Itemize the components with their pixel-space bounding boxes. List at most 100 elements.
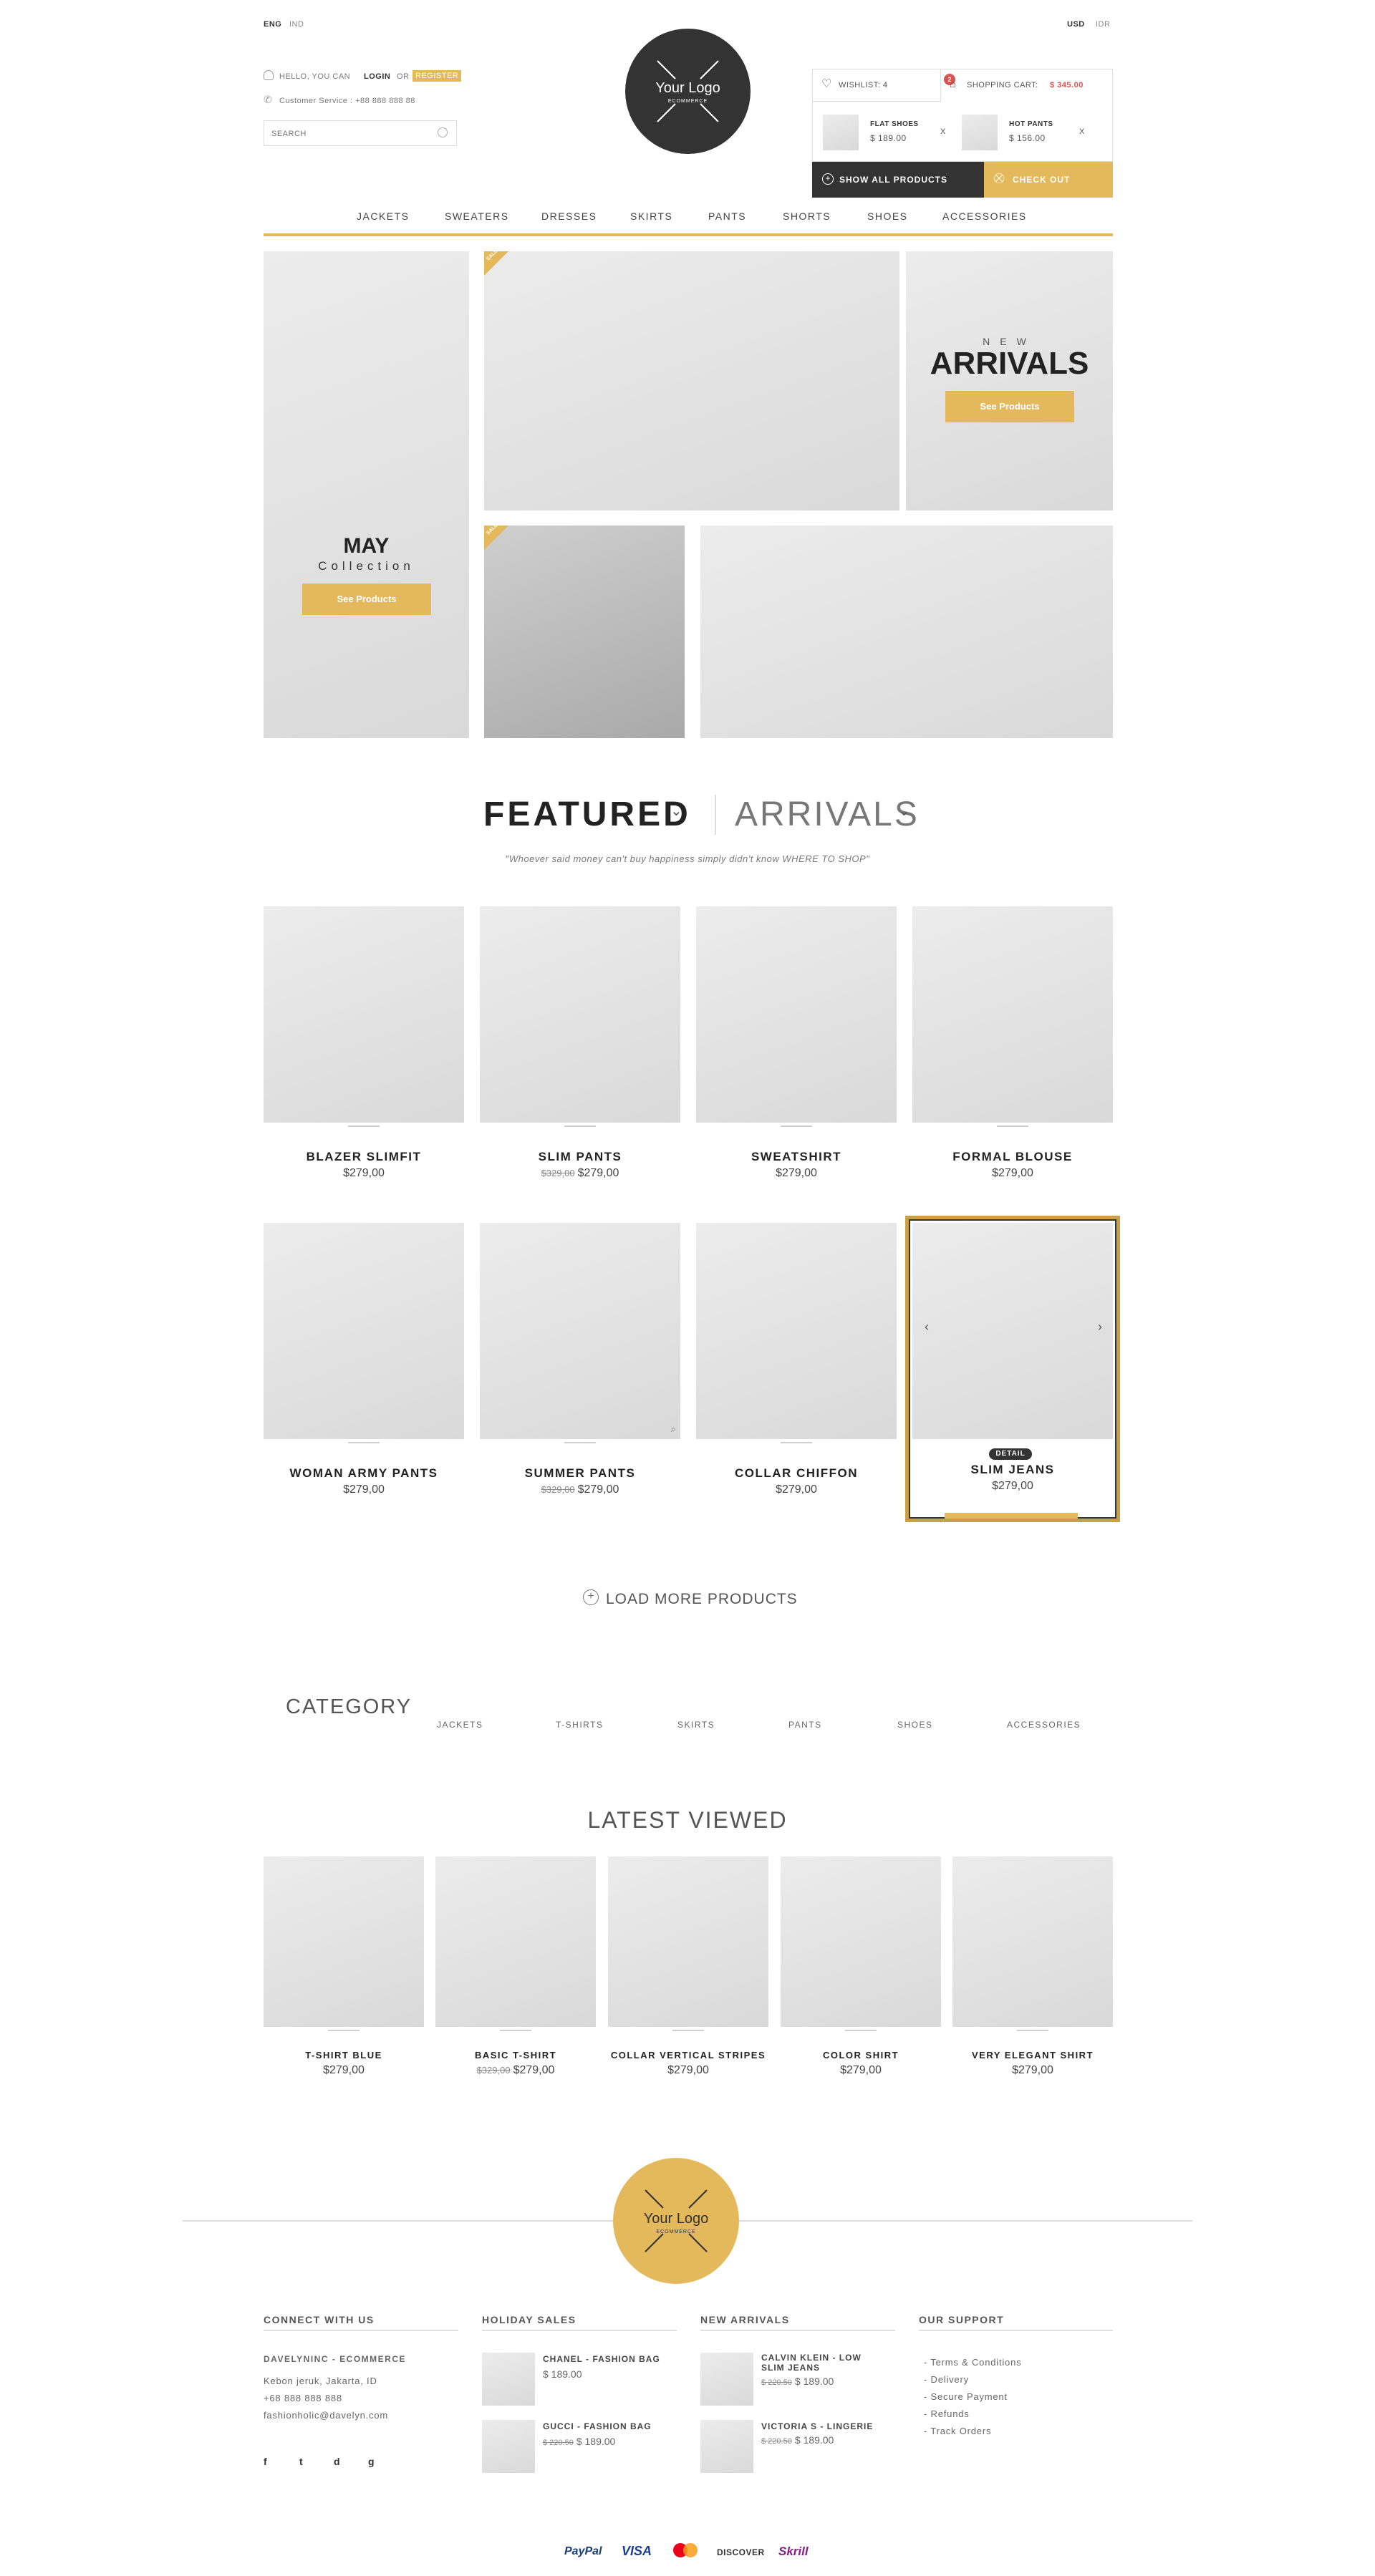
product-card[interactable]: SLIM PANTS $329,00 $279,00 (480, 906, 680, 1186)
zoom-icon[interactable]: ⌕ (671, 1423, 676, 1435)
lang-ind[interactable]: IND (289, 20, 304, 29)
search-box[interactable] (264, 120, 457, 146)
support-delivery-link[interactable]: - Delivery (924, 2374, 969, 2385)
latest-name[interactable]: T-SHIRT BLUE (264, 2050, 424, 2061)
cart-item-name[interactable]: HOT PANTS (1009, 120, 1053, 128)
chevron-down-icon[interactable]: ⌄ (898, 802, 910, 820)
product-card[interactable]: ⌕ SUMMER PANTS $329,00 $279,00 (480, 1223, 680, 1502)
latest-name[interactable]: COLOR SHIRT (781, 2050, 941, 2061)
category-t-shirts[interactable]: T-SHIRTS (556, 1720, 603, 1730)
cart-item-remove[interactable]: X (1079, 127, 1085, 136)
hero-group-image[interactable]: SALE (484, 248, 899, 510)
arrivals-see-products-button[interactable]: See Products (945, 391, 1074, 422)
hero-new-arrivals[interactable]: NEW ARRIVALS See Products (906, 251, 1113, 510)
may-see-products-button[interactable]: See Products (302, 584, 431, 615)
new-arrival-image[interactable] (700, 2353, 753, 2406)
wishlist-box[interactable]: ♡ WISHLIST: 4 (812, 69, 941, 102)
company-email[interactable]: fashionholic@davelyn.com (264, 2410, 388, 2421)
latest-image[interactable] (264, 1856, 424, 2027)
latest-name[interactable]: COLLAR VERTICAL STRIPES (608, 2050, 768, 2061)
facebook-icon[interactable]: f (264, 2456, 267, 2467)
holiday-item-name[interactable]: CHANEL - FASHION BAG (543, 2354, 660, 2364)
latest-name[interactable]: BASIC T-SHIRT (435, 2050, 596, 2061)
cart-item-name[interactable]: FLAT SHOES (870, 120, 919, 128)
search-input[interactable] (271, 127, 429, 140)
category-skirts[interactable]: SKIRTS (677, 1720, 715, 1730)
latest-image[interactable] (781, 1856, 941, 2027)
support-terms-link[interactable]: - Terms & Conditions (924, 2357, 1021, 2368)
login-link[interactable]: LOGIN (364, 72, 390, 81)
latest-image[interactable] (952, 1856, 1113, 2027)
cart-item-image[interactable] (962, 115, 998, 150)
product-card[interactable]: BLAZER SLIMFIT $279,00 (264, 906, 464, 1186)
product-image[interactable] (912, 906, 1113, 1123)
category-pants[interactable]: PANTS (788, 1720, 822, 1730)
support-secure-payment-link[interactable]: - Secure Payment (924, 2391, 1008, 2402)
product-image[interactable] (480, 906, 680, 1123)
header-logo[interactable]: Your Logo ECOMMERCE (625, 29, 751, 154)
footer-logo[interactable]: Your Logo ECOMMERCE (613, 2158, 739, 2284)
category-accessories[interactable]: ACCESSORIES (1007, 1720, 1081, 1730)
category-shoes[interactable]: SHOES (897, 1720, 933, 1730)
product-card[interactable]: WOMAN ARMY PANTS $279,00 (264, 1223, 464, 1502)
cart-item-image[interactable] (823, 115, 859, 150)
nav-jackets[interactable]: JACKETS (357, 210, 410, 222)
product-image[interactable]: ⌕ (480, 1223, 680, 1439)
add-to-cart-bar[interactable] (945, 1513, 1078, 1519)
cart-item-remove[interactable]: X (940, 127, 946, 136)
latest-image[interactable] (435, 1856, 596, 2027)
nav-sweaters[interactable]: SWEATERS (445, 210, 509, 222)
search-icon[interactable] (438, 127, 448, 137)
latest-image[interactable] (608, 1856, 768, 2027)
holiday-item-name[interactable]: GUCCI - FASHION BAG (543, 2421, 652, 2431)
twitter-icon[interactable]: t (299, 2456, 303, 2467)
product-card[interactable]: SWEATSHIRT $279,00 (696, 906, 897, 1186)
cart-box[interactable]: 2 ⌂ SHOPPING CART: $ 345.00 (941, 69, 1113, 102)
product-name[interactable]: FORMAL BLOUSE (912, 1150, 1113, 1164)
product-image[interactable] (696, 1223, 897, 1439)
new-arrival-name[interactable]: VICTORIA S - LINGERIE (761, 2421, 873, 2431)
product-image[interactable] (696, 906, 897, 1123)
product-card-highlighted[interactable]: ‹ › DETAIL SLIM JEANS $279,00 (905, 1216, 1120, 1522)
latest-name[interactable]: VERY ELEGANT SHIRT (952, 2050, 1113, 2061)
latest-card[interactable]: COLOR SHIRT $279,00 (781, 1856, 941, 2086)
detail-badge[interactable]: DETAIL (989, 1448, 1032, 1460)
product-name[interactable]: BLAZER SLIMFIT (264, 1150, 464, 1164)
tab-arrivals[interactable]: ARRIVALS (735, 795, 920, 834)
chevron-down-icon[interactable]: ⌄ (670, 802, 682, 820)
tab-featured[interactable]: FEATURED (483, 795, 691, 834)
dribbble-icon[interactable]: d (334, 2456, 340, 2467)
product-name[interactable]: SUMMER PANTS (480, 1466, 680, 1481)
register-link[interactable]: REGISTER (412, 70, 462, 82)
hero-may-collection[interactable]: MAY Collection See Products (264, 251, 469, 738)
chevron-right-icon[interactable]: › (1098, 1320, 1102, 1335)
holiday-item-image[interactable] (482, 2420, 535, 2473)
nav-shorts[interactable]: SHORTS (783, 210, 831, 222)
new-arrival-name-line2[interactable]: SLIM JEANS (761, 2363, 820, 2373)
support-track-orders-link[interactable]: - Track Orders (924, 2426, 991, 2436)
new-arrival-name[interactable]: CALVIN KLEIN - LOW (761, 2353, 862, 2363)
chevron-left-icon[interactable]: ‹ (925, 1320, 929, 1335)
product-image[interactable] (264, 906, 464, 1123)
load-more-button[interactable]: + LOAD MORE PRODUCTS (583, 1588, 798, 1608)
product-name[interactable]: SLIM PANTS (480, 1150, 680, 1164)
nav-skirts[interactable]: SKIRTS (630, 210, 672, 222)
google-plus-icon[interactable]: g (368, 2456, 375, 2467)
show-all-products-button[interactable]: + SHOW ALL PRODUCTS (812, 162, 984, 198)
support-refunds-link[interactable]: - Refunds (924, 2408, 970, 2419)
nav-shoes[interactable]: SHOES (867, 210, 908, 222)
currency-usd[interactable]: USD (1067, 20, 1085, 29)
nav-accessories[interactable]: ACCESSORIES (942, 210, 1027, 222)
nav-pants[interactable]: PANTS (708, 210, 746, 222)
hero-bag-image[interactable]: SALE (484, 523, 685, 738)
product-image[interactable] (912, 1223, 1113, 1439)
product-image[interactable] (264, 1223, 464, 1439)
currency-idr[interactable]: IDR (1096, 20, 1110, 29)
nav-dresses[interactable]: DRESSES (541, 210, 597, 222)
new-arrival-image[interactable] (700, 2420, 753, 2473)
latest-card[interactable]: BASIC T-SHIRT $329,00 $279,00 (435, 1856, 596, 2086)
product-card[interactable]: FORMAL BLOUSE $279,00 (912, 906, 1113, 1186)
product-name[interactable]: SLIM JEANS (909, 1463, 1116, 1477)
product-name[interactable]: SWEATSHIRT (696, 1150, 897, 1164)
hero-model-image[interactable] (700, 526, 1113, 738)
